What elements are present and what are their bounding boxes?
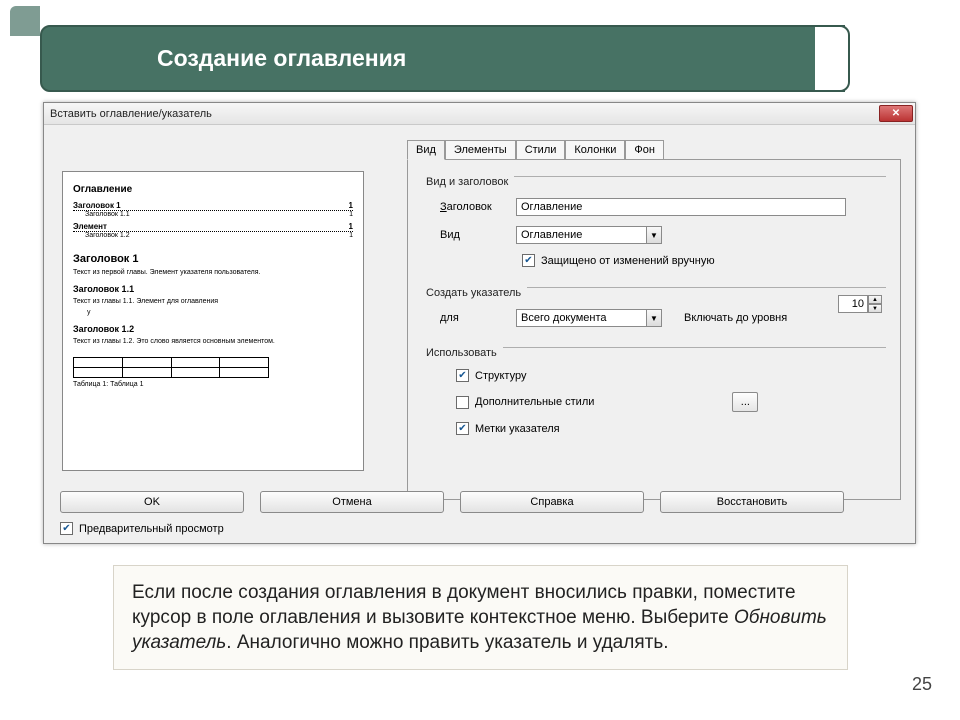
dialog-window: Вставить оглавление/указатель ✕ Оглавлен…: [43, 102, 916, 544]
toc-entry: Элемент1: [73, 222, 353, 232]
preview-text: у: [73, 309, 353, 316]
section-use: Использовать: [426, 341, 886, 359]
section-title-appearance: Вид и заголовок: [426, 170, 886, 188]
checkbox-checked-icon: ✔: [522, 254, 535, 267]
row-use-marks: ✔ Метки указателя: [456, 422, 886, 435]
preview-toggle-checkbox[interactable]: ✔ Предварительный просмотр: [60, 522, 224, 535]
addstyles-more-button[interactable]: ...: [732, 392, 758, 412]
preview-h2: Заголовок 1.2: [73, 324, 353, 334]
toc-entry: Заголовок 11: [73, 201, 353, 211]
row-for: для ▼ Включать до уровня: [440, 309, 886, 327]
page-number: 25: [912, 674, 932, 695]
tab-styles[interactable]: Стили: [516, 140, 566, 160]
preview-text: Текст из главы 1.1. Элемент для оглавлен…: [73, 298, 353, 305]
dropdown-arrow-icon[interactable]: ▼: [646, 226, 662, 244]
for-label: для: [440, 312, 508, 324]
section-create-index: Создать указатель: [426, 281, 886, 299]
preview-title: Оглавление: [73, 184, 353, 195]
preview-text: Текст из первой главы. Элемент указателя…: [73, 269, 353, 276]
info-tail: . Аналогично можно править указатель и у…: [226, 632, 668, 653]
spinner-arrows[interactable]: ▲▼: [868, 295, 882, 313]
levels-spinner[interactable]: ▲▼: [838, 295, 882, 313]
preview-text: Текст из главы 1.2. Это слово является о…: [73, 338, 353, 345]
slide-title: Создание оглавления: [157, 45, 406, 72]
preview-table: [73, 357, 269, 378]
for-combo[interactable]: ▼: [516, 309, 662, 327]
deco-strip: [10, 6, 40, 36]
tab-notebook: Вид Элементы Стили Колонки Фон Вид и заг…: [407, 140, 901, 508]
dialog-titlebar: Вставить оглавление/указатель ✕: [44, 103, 915, 125]
heading-input[interactable]: [516, 198, 846, 216]
toc-subentry: Заголовок 1.11: [73, 211, 353, 218]
protected-checkbox[interactable]: ✔ Защищено от изменений вручную: [522, 254, 715, 267]
cancel-button[interactable]: Отмена: [260, 491, 444, 513]
use-addstyles-checkbox[interactable]: Дополнительные стили: [456, 396, 594, 409]
preview-pane: Оглавление Заголовок 11 Заголовок 1.11 Э…: [62, 171, 364, 471]
preview-h2: Заголовок 1.1: [73, 284, 353, 294]
info-note: Если после создания оглавления в докумен…: [113, 565, 848, 670]
preview-h1: Заголовок 1: [73, 253, 353, 265]
row-use-addstyles: Дополнительные стили ...: [456, 392, 886, 412]
type-combo[interactable]: ▼: [516, 226, 662, 244]
tab-view[interactable]: Вид: [407, 140, 445, 160]
tab-page: Вид и заголовок Заголовок Вид ▼: [407, 159, 901, 500]
levels-label: Включать до уровня: [684, 312, 787, 324]
slide-background: Создание оглавления 25 Вставить оглавлен…: [0, 0, 960, 720]
checkbox-checked-icon: ✔: [60, 522, 73, 535]
help-button[interactable]: Справка: [460, 491, 644, 513]
row-use-structure: ✔ Структуру: [456, 369, 886, 382]
type-value[interactable]: [516, 226, 646, 244]
use-structure-checkbox[interactable]: ✔ Структуру: [456, 369, 526, 382]
heading-label: Заголовок: [440, 201, 508, 213]
dialog-body: Оглавление Заголовок 11 Заголовок 1.11 Э…: [44, 125, 915, 543]
spin-up-icon[interactable]: ▲: [868, 295, 882, 304]
checkbox-checked-icon: ✔: [456, 422, 469, 435]
row-protected: ✔ Защищено от изменений вручную: [522, 254, 886, 267]
ok-button[interactable]: OK: [60, 491, 244, 513]
row-heading: Заголовок: [440, 198, 886, 216]
checkbox-checked-icon: ✔: [456, 369, 469, 382]
info-text: Если после создания оглавления в докумен…: [132, 582, 796, 628]
close-button[interactable]: ✕: [879, 105, 913, 122]
tab-elements[interactable]: Элементы: [445, 140, 516, 160]
type-label: Вид: [440, 229, 508, 241]
dialog-button-row: OK Отмена Справка Восстановить: [60, 491, 899, 513]
tab-background[interactable]: Фон: [625, 140, 664, 160]
levels-value[interactable]: [838, 295, 868, 313]
checkbox-unchecked-icon: [456, 396, 469, 409]
title-tab-deco: [815, 25, 850, 92]
dialog-title: Вставить оглавление/указатель: [50, 108, 212, 120]
for-value[interactable]: [516, 309, 646, 327]
reset-button[interactable]: Восстановить: [660, 491, 844, 513]
spin-down-icon[interactable]: ▼: [868, 304, 882, 313]
close-icon: ✕: [892, 108, 900, 119]
dropdown-arrow-icon[interactable]: ▼: [646, 309, 662, 327]
toc-subentry: Заголовок 1.21: [73, 232, 353, 239]
tab-row: Вид Элементы Стили Колонки Фон: [407, 140, 901, 160]
row-type: Вид ▼: [440, 226, 886, 244]
use-marks-checkbox[interactable]: ✔ Метки указателя: [456, 422, 560, 435]
preview-caption: Таблица 1: Таблица 1: [73, 381, 353, 388]
title-bar: Создание оглавления: [40, 25, 845, 92]
tab-columns[interactable]: Колонки: [565, 140, 625, 160]
